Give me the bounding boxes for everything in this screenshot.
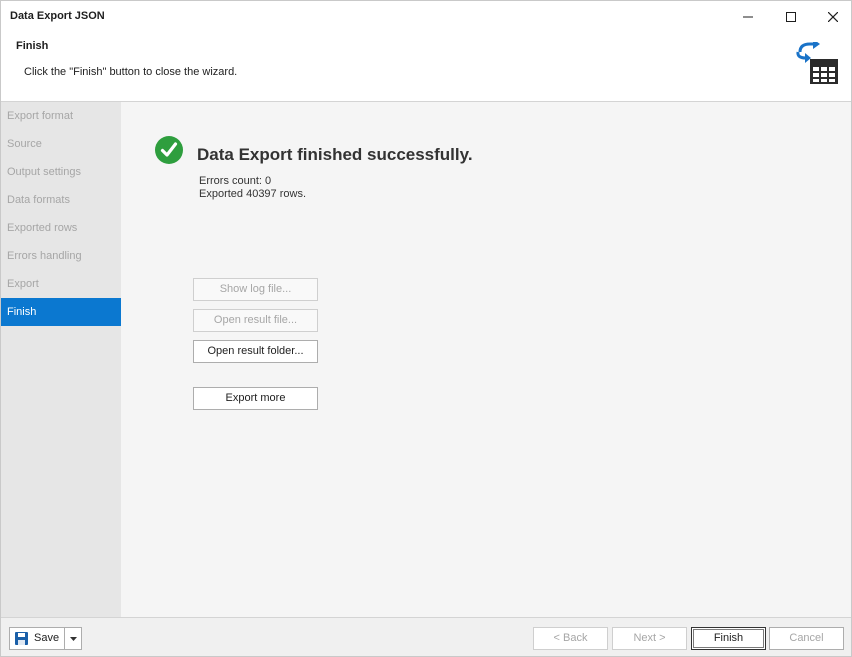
result-stats: Errors count: 0 Exported 40397 rows. <box>199 175 306 201</box>
wizard-steps-sidebar: Export format Source Output settings Dat… <box>1 102 121 617</box>
floppy-disk-icon <box>15 632 28 645</box>
title-bar: Data Export JSON <box>1 1 851 32</box>
minimize-icon <box>743 16 753 17</box>
save-label: Save <box>34 632 60 644</box>
wizard-header: Finish Click the "Finish" button to clos… <box>1 32 851 102</box>
sidebar-item-data-formats[interactable]: Data formats <box>1 186 121 214</box>
errors-count-text: Errors count: 0 <box>199 175 272 187</box>
exported-rows-text: Exported 40397 rows. <box>199 188 307 200</box>
sidebar-item-export-format[interactable]: Export format <box>1 102 121 130</box>
window-title: Data Export JSON <box>10 10 105 22</box>
sidebar-item-exported-rows[interactable]: Exported rows <box>1 214 121 242</box>
minimize-button[interactable] <box>725 1 771 32</box>
sidebar-item-output-settings[interactable]: Output settings <box>1 158 121 186</box>
result-title: Data Export finished successfully. <box>197 145 473 164</box>
export-more-button[interactable]: Export more <box>193 387 318 410</box>
cancel-button[interactable]: Cancel <box>769 627 844 650</box>
maximize-button[interactable] <box>768 1 814 32</box>
show-log-file-button[interactable]: Show log file... <box>193 278 318 301</box>
chevron-down-icon <box>69 636 77 641</box>
wizard-window: Data Export JSON Finish Click the "Finis… <box>0 0 852 657</box>
close-icon <box>828 11 838 22</box>
next-button[interactable]: Next > <box>612 627 687 650</box>
open-result-file-button[interactable]: Open result file... <box>193 309 318 332</box>
page-title: Finish <box>16 40 49 52</box>
wizard-footer: Save < Back Next > Finish Cancel <box>1 617 851 656</box>
back-button[interactable]: < Back <box>533 627 608 650</box>
save-dropdown-button[interactable] <box>65 627 82 650</box>
close-button[interactable] <box>810 1 852 32</box>
sidebar-item-source[interactable]: Source <box>1 130 121 158</box>
maximize-icon <box>786 11 796 22</box>
sidebar-item-finish[interactable]: Finish <box>1 298 121 326</box>
save-button[interactable]: Save <box>9 627 65 650</box>
sidebar-item-export[interactable]: Export <box>1 270 121 298</box>
page-subtitle: Click the "Finish" button to close the w… <box>24 66 238 78</box>
finish-button[interactable]: Finish <box>691 627 766 650</box>
main-content: Data Export finished successfully. Error… <box>121 102 851 617</box>
export-table-icon <box>796 42 838 84</box>
success-check-icon <box>155 136 183 164</box>
sidebar-item-errors-handling[interactable]: Errors handling <box>1 242 121 270</box>
open-result-folder-button[interactable]: Open result folder... <box>193 340 318 363</box>
